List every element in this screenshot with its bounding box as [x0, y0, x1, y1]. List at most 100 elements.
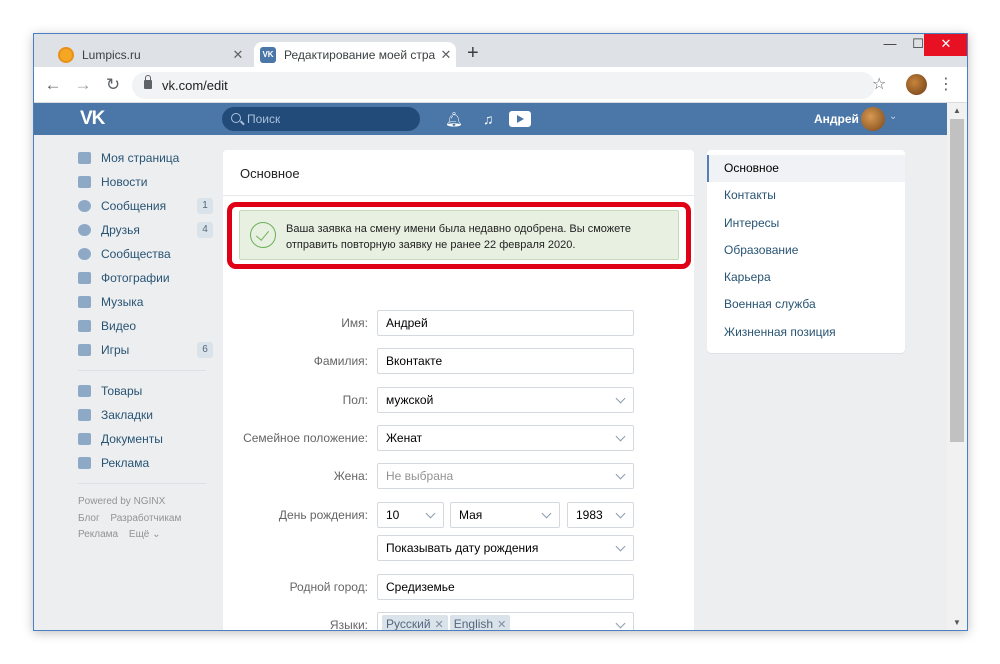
menu-item-contacts[interactable]: Контакты — [707, 182, 905, 209]
nav-video[interactable]: Видео — [78, 314, 213, 338]
camera-icon — [78, 272, 91, 284]
nav-ads[interactable]: Реклама — [78, 451, 213, 475]
new-tab-button[interactable]: + — [467, 43, 479, 63]
vk-header: VK Поиск 🔔︎ ♫ Андрей ⌄ — [34, 103, 947, 135]
nav-games[interactable]: Игры 6 — [78, 338, 213, 362]
vk-logo[interactable]: VK — [80, 108, 105, 130]
address-bar[interactable]: vk.com/edit — [132, 72, 875, 99]
scroll-up-icon[interactable]: ▲ — [953, 106, 961, 115]
spouse-select[interactable]: Не выбрана — [377, 463, 634, 489]
browser-toolbar: ← → ↻ vk.com/edit ☆ ⋮ — [34, 67, 967, 103]
powered-by-text: Powered by NGINX — [78, 496, 166, 507]
tab-close-icon[interactable]: ✕ — [436, 47, 456, 63]
menu-item-career[interactable]: Карьера — [707, 264, 905, 291]
nav-label: Фотографии — [101, 271, 170, 285]
nav-my-page[interactable]: Моя страница — [78, 146, 213, 170]
language-tag-label: English — [453, 617, 494, 631]
last-name-row: Фамилия: Вконтакте — [223, 348, 694, 374]
window-close-button[interactable]: ✕ — [924, 34, 967, 56]
music-icon[interactable]: ♫ — [483, 111, 494, 127]
nav-label: Сообщения — [101, 199, 167, 213]
marital-select[interactable]: Женат — [377, 425, 634, 451]
spouse-label: Жена: — [333, 469, 368, 483]
tab-vk-edit[interactable]: VK Редактирование моей страниц ✕ — [254, 42, 456, 67]
footer-link-developers[interactable]: Разработчикам — [110, 513, 181, 524]
nav-communities[interactable]: Сообщества — [78, 242, 213, 266]
search-placeholder: Поиск — [247, 112, 281, 126]
spouse-row: Жена: Не выбрана — [223, 463, 694, 489]
hometown-row: Родной город: Средиземье — [223, 574, 694, 600]
chevron-down-icon[interactable]: ⌄ — [889, 111, 897, 122]
nav-label: Новости — [101, 175, 148, 189]
birth-day-select[interactable]: 10 — [377, 502, 444, 528]
vk-search-input[interactable]: Поиск — [222, 107, 420, 131]
highlight-frame — [227, 202, 691, 269]
scroll-thumb[interactable] — [950, 119, 964, 442]
nav-label: Реклама — [101, 456, 150, 470]
gender-select[interactable]: мужской — [377, 387, 634, 413]
nav-friends[interactable]: Друзья 4 — [78, 218, 213, 242]
hometown-input[interactable]: Средиземье — [377, 574, 634, 600]
first-name-label: Имя: — [341, 316, 368, 330]
gender-value: мужской — [386, 393, 434, 407]
chevron-down-icon — [541, 508, 552, 519]
nav-photos[interactable]: Фотографии — [78, 266, 213, 290]
forward-icon[interactable]: → — [72, 74, 94, 96]
bag-icon — [78, 385, 91, 397]
birthday-visibility-select[interactable]: Показывать дату рождения — [377, 535, 634, 561]
url-text: vk.com/edit — [162, 78, 228, 93]
last-name-input[interactable]: Вконтакте — [377, 348, 634, 374]
menu-item-military[interactable]: Военная служба — [707, 291, 905, 318]
nav-news[interactable]: Новости — [78, 170, 213, 194]
nav-messages[interactable]: Сообщения 1 — [78, 194, 213, 218]
back-icon[interactable]: ← — [42, 74, 64, 96]
nav-label: Товары — [101, 384, 143, 398]
menu-item-education[interactable]: Образование — [707, 237, 905, 264]
menu-item-interests[interactable]: Интересы — [707, 210, 905, 237]
vk-user-name[interactable]: Андрей — [814, 112, 859, 126]
tab-lumpics[interactable]: Lumpics.ru ✕ — [52, 42, 248, 67]
language-tag: English ✕ — [449, 615, 511, 631]
gamepad-icon — [78, 344, 91, 356]
nav-bookmarks[interactable]: Закладки — [78, 403, 213, 427]
birth-year-select[interactable]: 1983 — [567, 502, 634, 528]
birth-day-value: 10 — [386, 508, 400, 522]
gender-label: Пол: — [342, 393, 368, 407]
menu-item-basic[interactable]: Основное — [707, 155, 905, 183]
marital-row: Семейное положение: Женат — [223, 425, 694, 451]
first-name-row: Имя: Андрей — [223, 310, 694, 336]
birthday-row: День рождения: 10 Мая 1983 — [223, 502, 694, 528]
video-play-icon[interactable] — [509, 111, 531, 127]
menu-item-life-position[interactable]: Жизненная позиция — [707, 319, 905, 346]
scroll-down-icon[interactable]: ▼ — [953, 618, 961, 627]
left-navigation: Моя страница Новости Сообщения 1 Друзья … — [78, 146, 213, 543]
languages-select[interactable]: Русский ✕ English ✕ — [377, 612, 634, 631]
marital-label: Семейное положение: — [243, 431, 368, 445]
remove-tag-icon[interactable]: ✕ — [435, 619, 444, 630]
nav-label: Закладки — [101, 408, 153, 422]
tab-close-icon[interactable]: ✕ — [228, 47, 248, 63]
nav-documents[interactable]: Документы — [78, 427, 213, 451]
profile-avatar[interactable] — [906, 74, 927, 95]
footer-link-more[interactable]: Ещё ⌄ — [129, 529, 161, 540]
nav-goods[interactable]: Товары — [78, 379, 213, 403]
video-icon — [78, 320, 91, 332]
birth-month-select[interactable]: Мая — [450, 502, 560, 528]
notifications-bell-icon[interactable]: 🔔︎ — [445, 111, 463, 127]
vk-user-avatar[interactable] — [861, 107, 885, 131]
remove-tag-icon[interactable]: ✕ — [497, 619, 506, 630]
home-icon — [78, 152, 91, 164]
footer-link-blog[interactable]: Блог — [78, 513, 100, 524]
chevron-down-icon — [615, 618, 626, 629]
bookmark-star-icon[interactable]: ☆ — [872, 74, 886, 94]
first-name-input[interactable]: Андрей — [377, 310, 634, 336]
nav-label: Документы — [101, 432, 163, 446]
reload-icon[interactable]: ↻ — [102, 74, 124, 96]
menu-kebab-icon[interactable]: ⋮ — [938, 74, 954, 94]
communities-icon — [78, 248, 91, 260]
tab-strip: Lumpics.ru ✕ VK Редактирование моей стра… — [34, 34, 967, 67]
settings-menu: Основное Контакты Интересы Образование К… — [707, 150, 905, 353]
footer-link-ads[interactable]: Реклама — [78, 529, 118, 540]
nav-music[interactable]: Музыка — [78, 290, 213, 314]
page-scrollbar[interactable]: ▲ ▼ — [947, 103, 967, 630]
